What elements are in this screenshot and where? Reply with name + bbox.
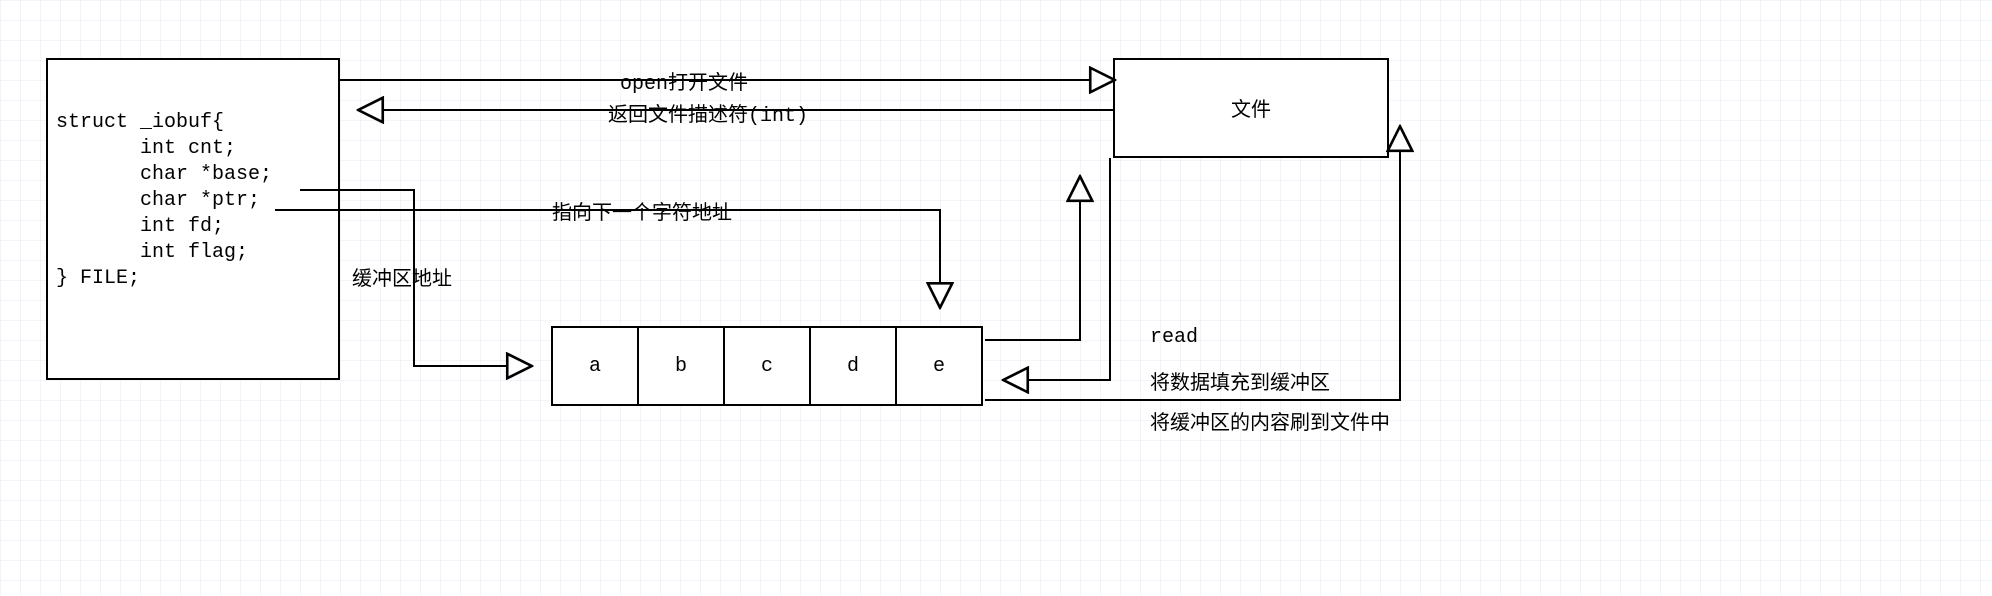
buffer-cell-2-value: c: [761, 355, 773, 378]
buffer-cell-1: b: [637, 326, 725, 406]
edge-label-ptr: 指向下一个字符地址: [552, 196, 732, 226]
edge-label-read: read: [1150, 326, 1198, 349]
struct-line-3: char *base;: [56, 163, 272, 186]
struct-line-1: struct _iobuf{: [56, 111, 224, 134]
buffer-cell-4-value: e: [933, 355, 945, 378]
file-box: 文件: [1113, 58, 1389, 158]
struct-line-6: int flag;: [56, 241, 248, 264]
edge-label-flush: 将缓冲区的内容刷到文件中: [1150, 406, 1390, 436]
struct-line-4: char *ptr;: [56, 189, 260, 212]
edge-label-return-fd: 返回文件描述符(int): [608, 98, 808, 128]
struct-line-2: int cnt;: [56, 137, 236, 160]
buffer-cell-4: e: [895, 326, 983, 406]
buffer-cell-1-value: b: [675, 355, 687, 378]
edge-flush: [985, 128, 1400, 400]
file-box-label: 文件: [1231, 93, 1271, 123]
buffer-cell-2: c: [723, 326, 811, 406]
edge-label-fill: 将数据填充到缓冲区: [1150, 366, 1330, 396]
buffer-cell-3-value: d: [847, 355, 859, 378]
buffer-array: a b c d e: [551, 326, 983, 406]
buffer-cell-3: d: [809, 326, 897, 406]
struct-line-7: } FILE;: [56, 267, 140, 290]
struct-line-5: int fd;: [56, 215, 224, 238]
edge-fill: [1005, 158, 1110, 380]
edge-label-open: open打开文件: [620, 66, 748, 96]
edge-label-base: 缓冲区地址: [352, 262, 452, 292]
struct-box: struct _iobuf{ int cnt; char *base; char…: [46, 58, 340, 380]
edge-read: [985, 178, 1080, 340]
buffer-cell-0: a: [551, 326, 639, 406]
buffer-cell-0-value: a: [589, 355, 601, 378]
